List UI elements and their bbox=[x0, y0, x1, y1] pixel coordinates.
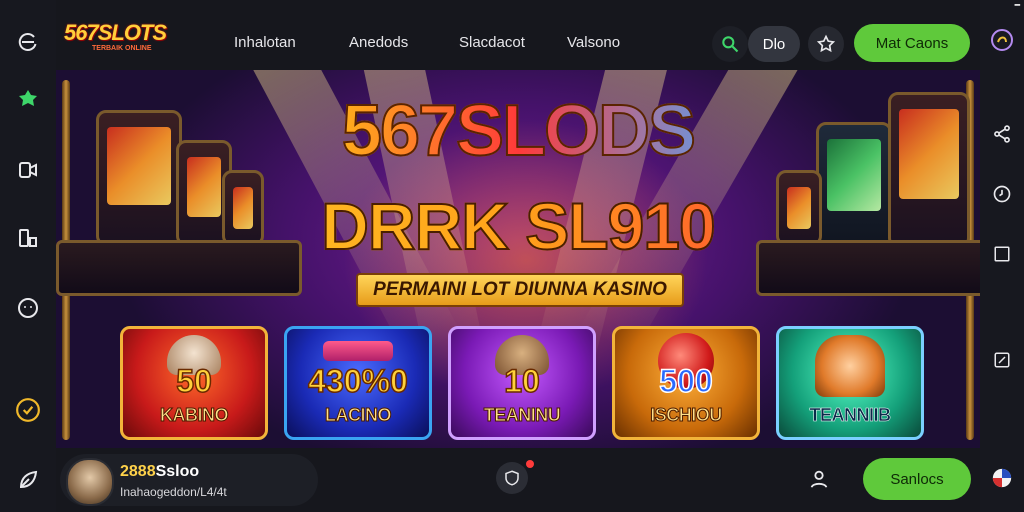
profile-icon[interactable] bbox=[990, 28, 1014, 52]
banner-headline: 567SLODS bbox=[56, 90, 980, 172]
promo-card-1[interactable]: 50 KABINO bbox=[120, 326, 268, 440]
minimize-icon[interactable]: ━ bbox=[1015, 0, 1020, 10]
account-button[interactable] bbox=[804, 464, 834, 494]
clock-icon[interactable] bbox=[14, 396, 42, 424]
promo-card-label: KABINO bbox=[160, 405, 230, 426]
right-sidebar: ━ bbox=[980, 0, 1024, 512]
search-icon bbox=[722, 36, 739, 53]
promo-card-2[interactable]: 430%0 LACINO bbox=[284, 326, 432, 440]
promo-card-label: TEANINU bbox=[483, 405, 561, 426]
logo-subtitle: TERBAIK ONLINE bbox=[92, 45, 152, 52]
avatar bbox=[66, 458, 114, 506]
user-status: Inahaogeddon/L4/4t bbox=[120, 485, 227, 499]
nav-item-3[interactable]: Slacdacot bbox=[459, 34, 525, 51]
person-icon bbox=[810, 470, 828, 488]
logo[interactable]: 567SLOTS bbox=[64, 20, 167, 46]
notification-button[interactable] bbox=[496, 462, 528, 494]
header-cta-button[interactable]: Mat Caons bbox=[854, 24, 970, 62]
star-icon bbox=[816, 34, 836, 53]
window-controls: ━ bbox=[1015, 0, 1020, 10]
share-icon[interactable] bbox=[990, 122, 1014, 146]
nav-item-4[interactable]: Valsono bbox=[567, 34, 620, 51]
square-icon[interactable] bbox=[990, 242, 1014, 266]
cat-character-image bbox=[815, 335, 885, 397]
nav-item-2[interactable]: Anedods bbox=[349, 34, 408, 51]
promo-card-3[interactable]: 10 TEANINU bbox=[448, 326, 596, 440]
promo-card-4[interactable]: 500 ISCHIOU bbox=[612, 326, 760, 440]
search-button[interactable] bbox=[712, 26, 748, 62]
left-sidebar bbox=[0, 0, 56, 512]
screen-icon[interactable] bbox=[990, 348, 1014, 372]
promo-card-number: 500 bbox=[659, 362, 714, 400]
user-profile[interactable]: 2888Ssloo Inahaogeddon/L4/4t bbox=[60, 454, 318, 506]
promo-card-number: 430%0 bbox=[307, 362, 408, 400]
banner-subheadline: DRRK SL910 bbox=[56, 188, 980, 264]
promo-card-number: 10 bbox=[503, 362, 540, 400]
device-icon[interactable] bbox=[14, 224, 42, 252]
toggle-pill-button[interactable]: Dlo bbox=[748, 26, 800, 62]
sparkle-icon[interactable] bbox=[14, 86, 42, 114]
bottom-cta-button[interactable]: Sanlocs bbox=[863, 458, 971, 500]
notification-badge bbox=[526, 460, 534, 468]
refresh-icon[interactable] bbox=[14, 28, 42, 56]
history-icon[interactable] bbox=[990, 182, 1014, 206]
camera-icon[interactable] bbox=[14, 156, 42, 184]
banner-ribbon-image bbox=[323, 341, 393, 361]
flag-icon[interactable] bbox=[990, 466, 1014, 490]
leaf-icon[interactable] bbox=[14, 466, 42, 494]
bottom-bar: 2888Ssloo Inahaogeddon/L4/4t Sanlocs bbox=[56, 448, 980, 512]
hero-banner[interactable]: 567SLODS DRRK SL910 PERMAINI LOT DIUNNA … bbox=[56, 70, 980, 448]
favorite-button[interactable] bbox=[808, 26, 844, 62]
username: 2888Ssloo bbox=[120, 463, 200, 480]
promo-card-number: 50 bbox=[175, 362, 212, 400]
nav-item-1[interactable]: Inhalotan bbox=[234, 34, 296, 51]
smile-icon[interactable] bbox=[14, 294, 42, 322]
promo-card-label: TEANNIIB bbox=[809, 405, 891, 426]
promo-card-5[interactable]: TEANNIIB bbox=[776, 326, 924, 440]
banner-tagline: PERMAINI LOT DIUNNA KASINO bbox=[356, 273, 684, 307]
promo-card-label: LACINO bbox=[325, 405, 393, 426]
top-header: 567SLOTS TERBAIK ONLINE Inhalotan Anedod… bbox=[56, 0, 980, 70]
promo-card-label: ISCHIOU bbox=[650, 405, 723, 426]
shield-icon bbox=[505, 470, 519, 486]
